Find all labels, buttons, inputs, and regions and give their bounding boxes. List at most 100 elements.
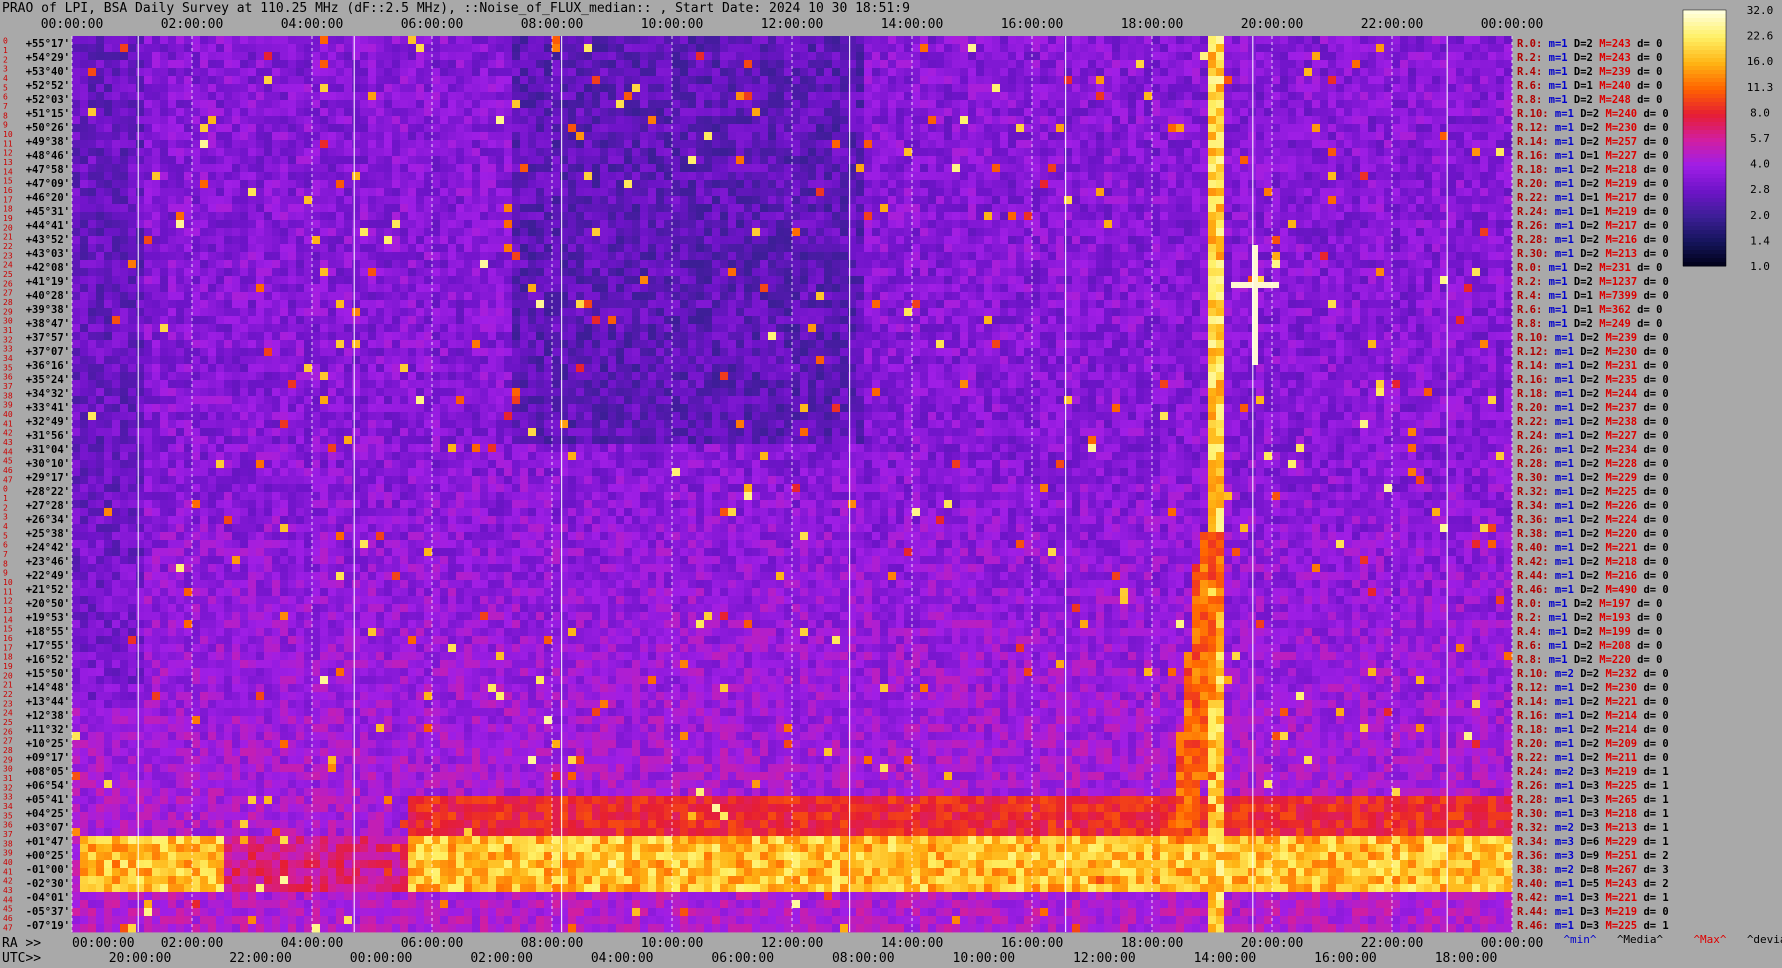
- heatmap-cell: [1160, 180, 1169, 189]
- heatmap-cell: [248, 156, 257, 165]
- heatmap-cell: [264, 204, 273, 213]
- heatmap-cell: [1192, 204, 1201, 213]
- heatmap-cell: [1496, 100, 1505, 109]
- heatmap-cell: [592, 164, 601, 173]
- heatmap-cell: [1504, 148, 1513, 157]
- heatmap-cell: [1408, 180, 1417, 189]
- heatmap-cell: [512, 108, 521, 117]
- heatmap-cell: [1192, 92, 1201, 101]
- heatmap-cell: [1176, 108, 1185, 117]
- heatmap-cell: [632, 52, 641, 61]
- heatmap-cell: [464, 116, 473, 125]
- heatmap-cell: [1328, 180, 1337, 189]
- heatmap-cell: [1032, 180, 1041, 189]
- heatmap-cell: [392, 228, 401, 237]
- heatmap-cell: [472, 108, 481, 117]
- heatmap-cell: [440, 228, 449, 237]
- heatmap-cell: [216, 188, 225, 197]
- heatmap-cell: [808, 156, 817, 165]
- heatmap-cell: [1448, 100, 1457, 109]
- heatmap-cell: [640, 116, 649, 125]
- heatmap-cell: [1432, 196, 1441, 205]
- heatmap-cell: [448, 156, 457, 165]
- heatmap-cell: [656, 140, 665, 149]
- heatmap-cell: [1160, 108, 1169, 117]
- heatmap-cell: [992, 164, 1001, 173]
- heatmap-cell: [632, 44, 641, 53]
- heatmap-cell: [224, 180, 233, 189]
- heatmap-cell: [1416, 92, 1425, 101]
- heatmap-cell: [1168, 220, 1177, 229]
- heatmap-cell: [176, 148, 185, 157]
- heatmap-cell: [760, 100, 769, 109]
- heatmap-cell: [512, 52, 521, 61]
- heatmap-cell: [232, 164, 241, 173]
- heatmap-cell: [1408, 236, 1417, 245]
- heatmap-cell: [616, 220, 625, 229]
- heatmap-cell: [1392, 84, 1401, 93]
- heatmap-cell: [1024, 52, 1033, 61]
- heatmap-cell: [864, 84, 873, 93]
- heatmap-cell: [1408, 156, 1417, 165]
- heatmap-cell: [1408, 100, 1417, 109]
- heatmap-cell: [936, 148, 945, 157]
- heatmap-cell: [1096, 236, 1105, 245]
- heatmap-cell: [384, 60, 393, 69]
- heatmap-cell: [720, 44, 729, 53]
- heatmap-cell: [440, 156, 449, 165]
- heatmap-cell: [536, 212, 545, 221]
- heatmap-cell: [648, 172, 657, 181]
- heatmap-cell: [528, 68, 537, 77]
- heatmap-cell: [832, 156, 841, 165]
- heatmap-cell: [256, 124, 265, 133]
- heatmap-cell: [160, 220, 169, 229]
- heatmap-cell: [1376, 84, 1385, 93]
- heatmap-cell: [816, 252, 825, 261]
- heatmap-cell: [1144, 244, 1153, 253]
- heatmap-cell: [120, 124, 129, 133]
- heatmap-cell: [1376, 52, 1385, 61]
- heatmap-cell: [912, 164, 921, 173]
- heatmap-cell: [144, 220, 153, 229]
- heatmap-cell: [704, 132, 713, 141]
- heatmap-cell: [528, 212, 537, 221]
- heatmap-cell: [592, 92, 601, 101]
- heatmap-cell: [1200, 76, 1209, 85]
- heatmap-cell: [920, 100, 929, 109]
- heatmap-cell: [352, 116, 361, 125]
- heatmap-cell: [888, 116, 897, 125]
- heatmap-cell: [584, 244, 593, 253]
- heatmap-cell: [456, 44, 465, 53]
- heatmap-cell: [376, 220, 385, 229]
- heatmap-cell: [296, 212, 305, 221]
- heatmap-cell: [600, 100, 609, 109]
- heatmap-cell: [1336, 228, 1345, 237]
- heatmap-cell: [168, 252, 177, 261]
- heatmap-cell: [464, 100, 473, 109]
- heatmap-cell: [904, 84, 913, 93]
- heatmap-cell: [344, 116, 353, 125]
- heatmap-cell: [1032, 116, 1041, 125]
- heatmap-cell: [936, 188, 945, 197]
- heatmap-cell: [544, 180, 553, 189]
- heatmap-cell: [984, 220, 993, 229]
- heatmap-cell: [504, 220, 513, 229]
- heatmap-cell: [456, 108, 465, 117]
- heatmap-cell: [352, 76, 361, 85]
- heatmap-cell: [1040, 116, 1049, 125]
- heatmap-cell: [1400, 188, 1409, 197]
- heatmap-cell: [1088, 52, 1097, 61]
- heatmap-cell: [1344, 188, 1353, 197]
- heatmap-cell: [336, 124, 345, 133]
- heatmap-cell: [1104, 140, 1113, 149]
- heatmap-cell: [224, 52, 233, 61]
- heatmap-cell: [1272, 76, 1281, 85]
- heatmap-cell: [1256, 196, 1265, 205]
- heatmap-cell: [544, 92, 553, 101]
- heatmap-cell: [832, 36, 841, 45]
- heatmap-cell: [1288, 92, 1297, 101]
- heatmap-cell: [1304, 140, 1313, 149]
- heatmap-cell: [1296, 124, 1305, 133]
- heatmap-cell: [1504, 44, 1513, 53]
- heatmap-cell: [464, 84, 473, 93]
